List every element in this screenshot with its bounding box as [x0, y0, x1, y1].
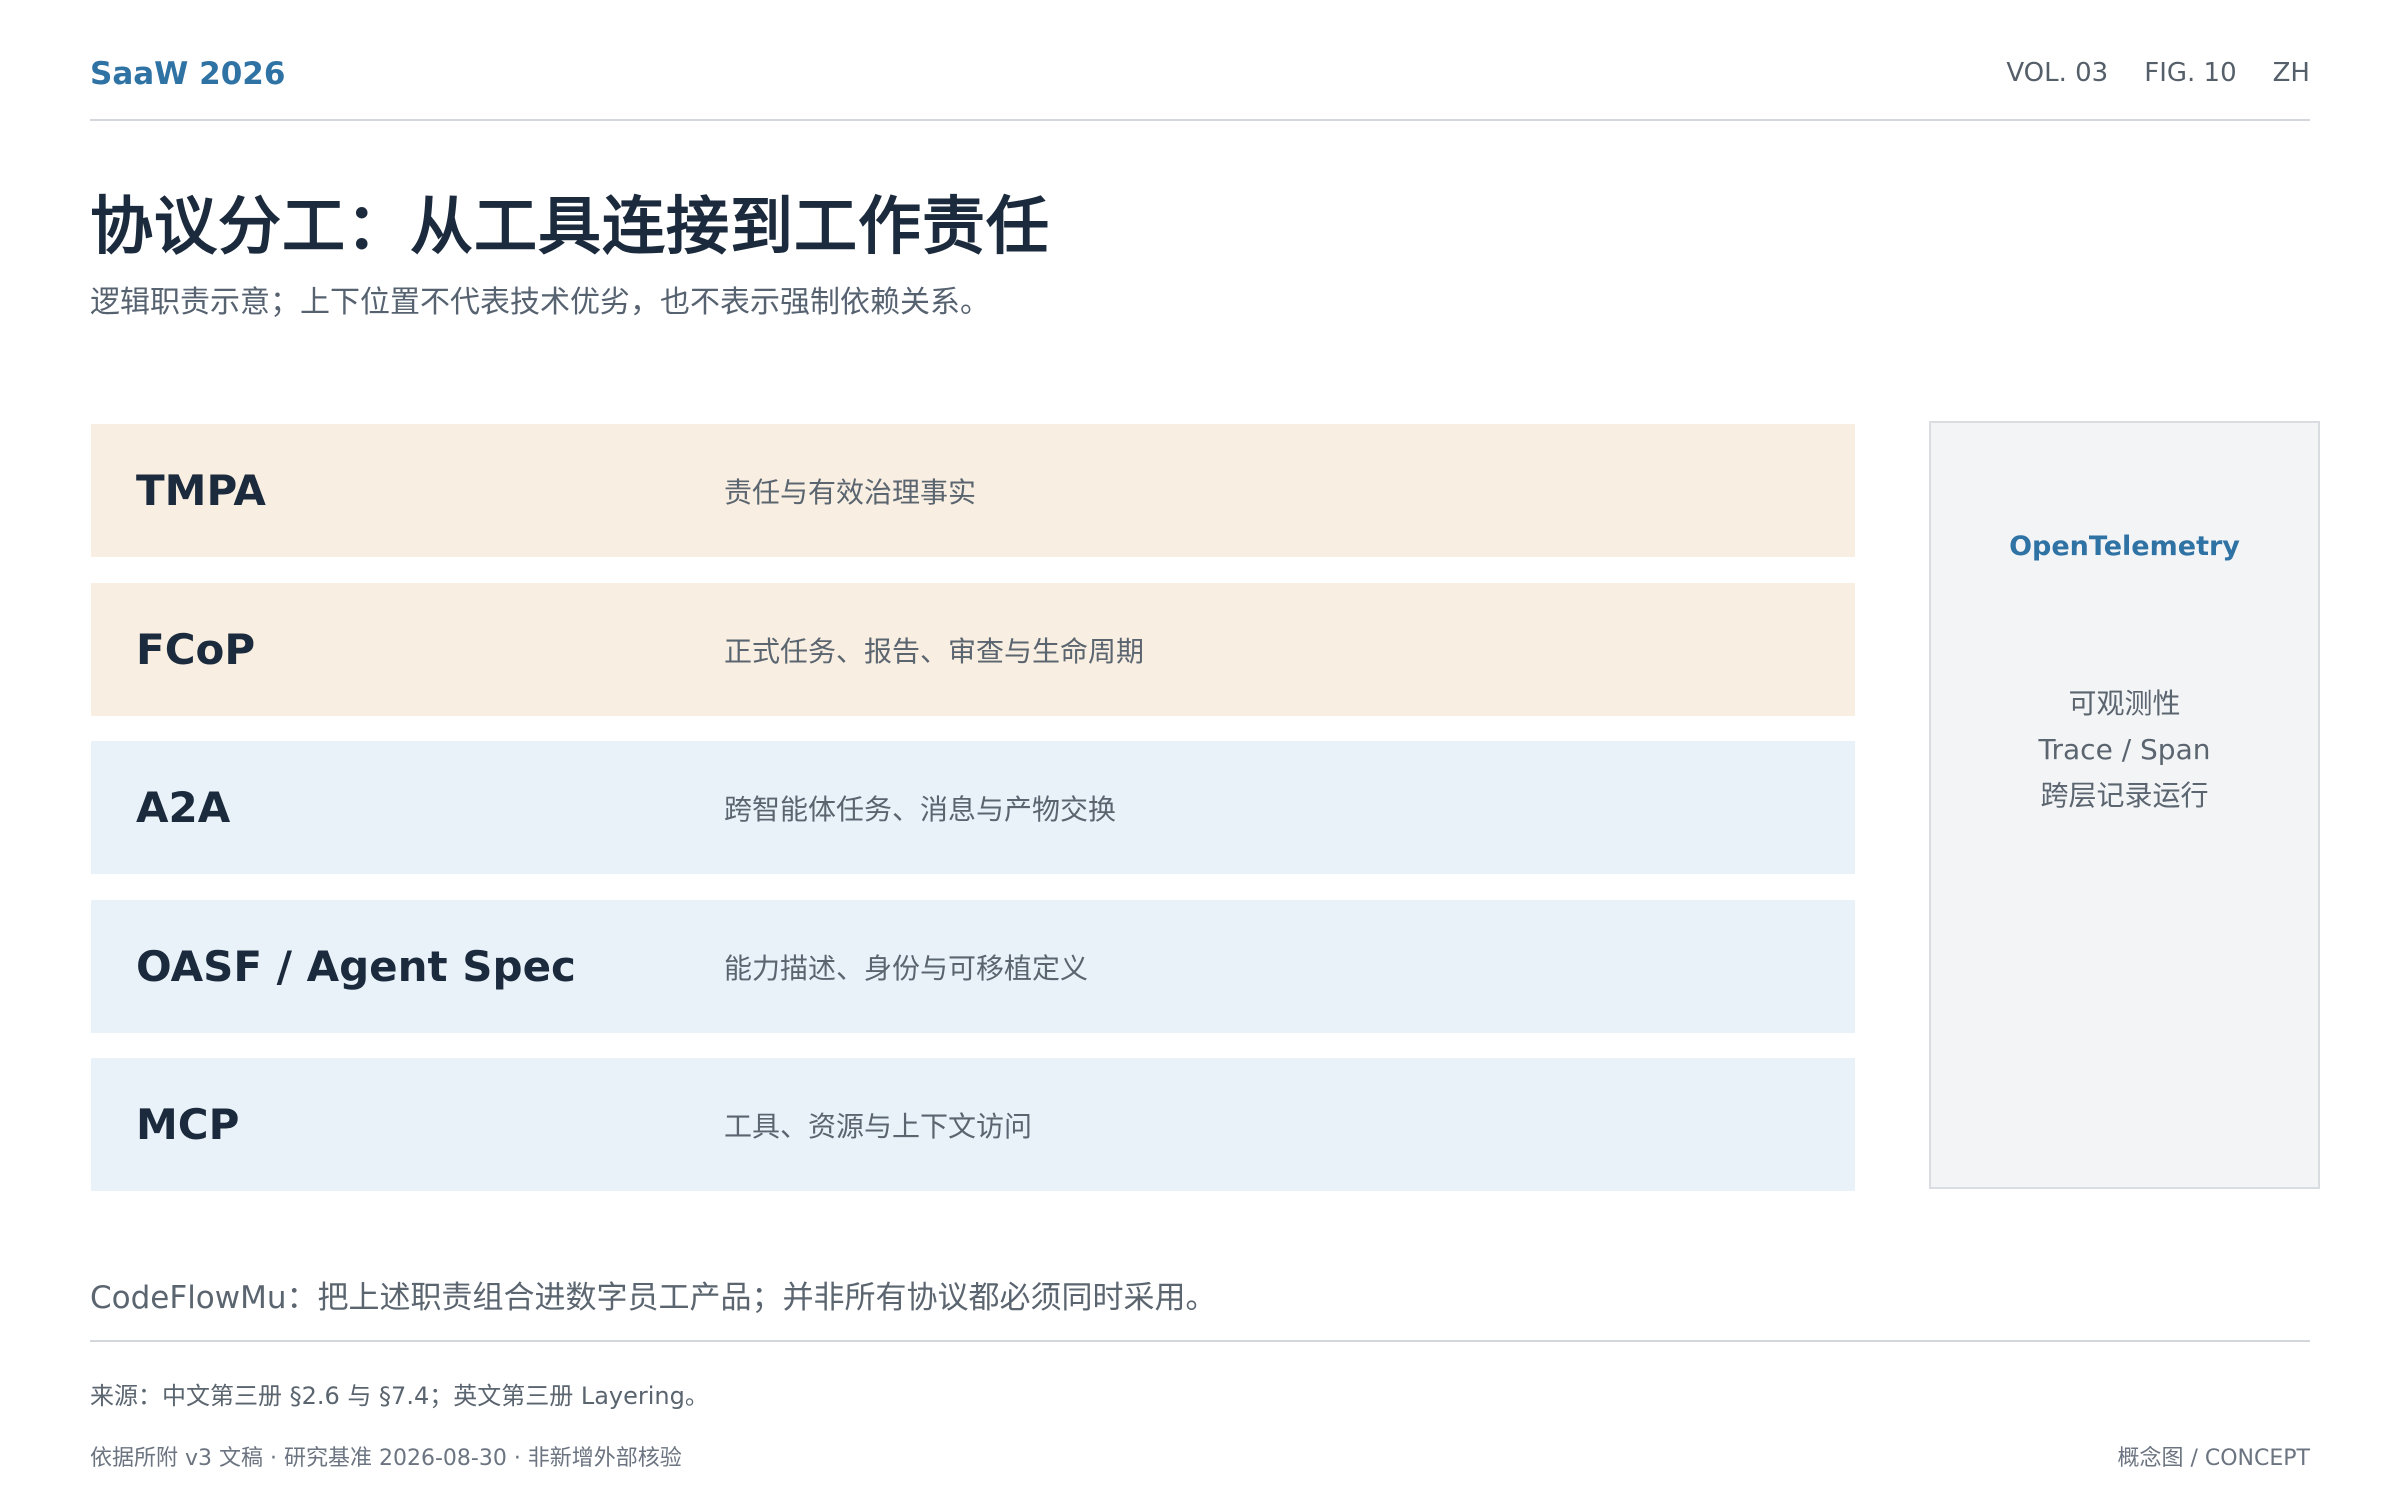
layer-description: 责任与有效治理事实	[724, 475, 977, 509]
top-divider	[90, 119, 2310, 121]
sidebar-line: 可观测性	[2068, 687, 2181, 720]
layer-description: 正式任务、报告、审查与生命周期	[724, 634, 1145, 668]
layer-fcop: FCoP 正式任务、报告、审查与生命周期	[91, 583, 1855, 716]
footer-basis: 依据所附 v3 文稿 · 研究基准 2026-08-30 · 非新增外部核验	[90, 1446, 682, 1471]
volume-label: VOL. 03	[2006, 58, 2109, 88]
language-label: ZH	[2272, 58, 2310, 88]
figure-label: FIG. 10	[2144, 58, 2237, 88]
sidebar-line: Trace / Span	[2038, 733, 2211, 766]
footer-concept-label: 概念图 / CONCEPT	[2117, 1446, 2310, 1471]
sidebar-lines: 可观测性 Trace / Span 跨层记录运行	[1931, 681, 2318, 819]
observability-sidebar: OpenTelemetry 可观测性 Trace / Span 跨层记录运行	[1929, 421, 2320, 1189]
layer-tmpa: TMPA 责任与有效治理事实	[91, 424, 1855, 557]
layer-description: 工具、资源与上下文访问	[724, 1109, 1033, 1143]
layer-description: 能力描述、身份与可移植定义	[724, 951, 1089, 985]
layer-oasf-agent-spec: OASF / Agent Spec 能力描述、身份与可移植定义	[91, 900, 1855, 1033]
layer-name: FCoP	[136, 625, 256, 674]
page-title: 协议分工：从工具连接到工作责任	[90, 190, 1050, 263]
sidebar-title: OpenTelemetry	[2009, 531, 2240, 562]
layer-name: TMPA	[136, 466, 266, 515]
source-note: 来源：中文第三册 §2.6 与 §7.4；英文第三册 Layering。	[90, 1382, 709, 1410]
layer-name: A2A	[136, 783, 231, 832]
layer-name: MCP	[136, 1100, 240, 1149]
layer-a2a: A2A 跨智能体任务、消息与产物交换	[91, 741, 1855, 874]
product-note: CodeFlowMu：把上述职责组合进数字员工产品；并非所有协议都必须同时采用。	[90, 1280, 1217, 1316]
page-subtitle: 逻辑职责示意；上下位置不代表技术优劣，也不表示强制依赖关系。	[90, 285, 990, 320]
bottom-divider	[90, 1340, 2310, 1342]
layer-name: OASF / Agent Spec	[136, 942, 576, 991]
header-meta: VOL. 03 FIG. 10 ZH	[2006, 58, 2310, 88]
layer-mcp: MCP 工具、资源与上下文访问	[91, 1058, 1855, 1191]
layer-description: 跨智能体任务、消息与产物交换	[724, 792, 1117, 826]
sidebar-line: 跨层记录运行	[2040, 779, 2209, 812]
brand: SaaW 2026	[90, 56, 286, 92]
